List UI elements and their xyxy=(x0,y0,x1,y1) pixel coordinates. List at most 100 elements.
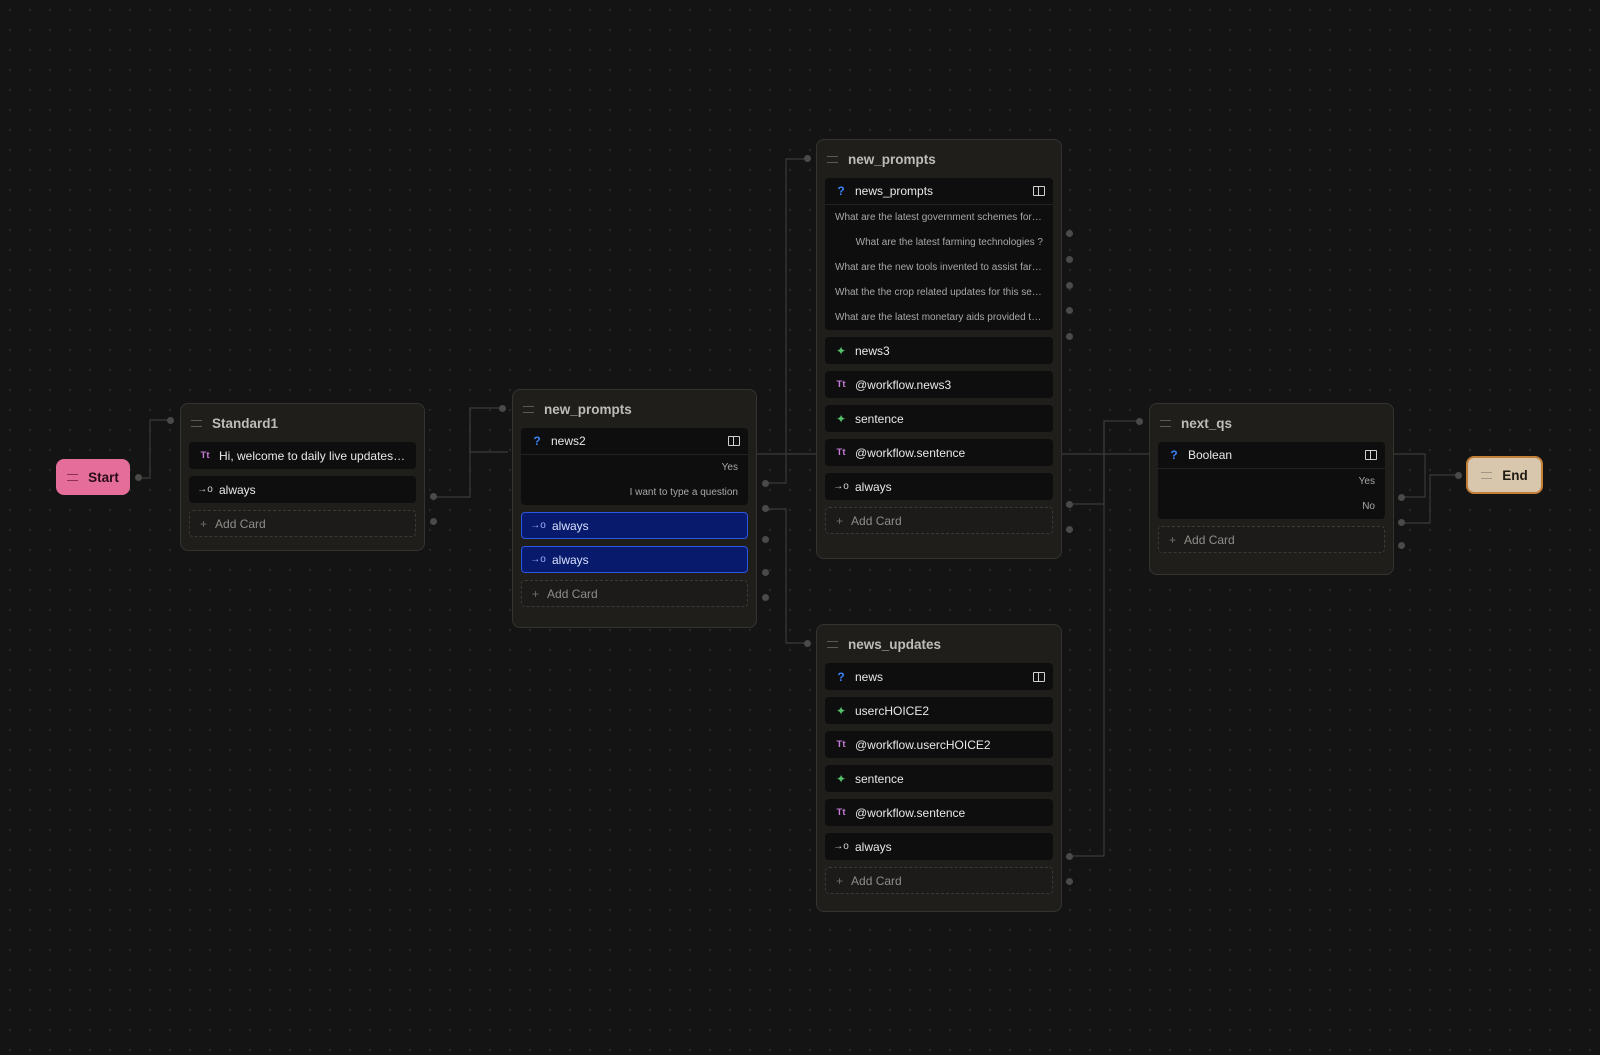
start-output-handle[interactable] xyxy=(135,474,142,481)
drag-handle-icon[interactable] xyxy=(523,405,534,413)
transition-card-selected[interactable]: →o always xyxy=(521,546,748,573)
transition-card[interactable]: →o always xyxy=(825,473,1053,500)
node-output-handle[interactable] xyxy=(762,569,769,576)
book-icon[interactable] xyxy=(1033,186,1045,196)
node-output-handle[interactable] xyxy=(1066,256,1073,263)
node-news-updates[interactable]: news_updates ? news ✦ usercHOICE2 Tt @wo… xyxy=(816,624,1062,912)
node-output-handle[interactable] xyxy=(1066,853,1073,860)
node-input-handle[interactable] xyxy=(167,417,174,424)
drag-handle-icon[interactable] xyxy=(1160,419,1171,427)
text-card[interactable]: Tt @workflow.sentence xyxy=(825,799,1053,826)
text-card[interactable]: Tt @workflow.usercHOICE2 xyxy=(825,731,1053,758)
plus-icon: + xyxy=(1169,532,1177,547)
add-card-button[interactable]: + Add Card xyxy=(825,507,1053,534)
add-card-button[interactable]: + Add Card xyxy=(825,867,1053,894)
node-output-handle[interactable] xyxy=(1398,519,1405,526)
arrow-icon: →o xyxy=(530,520,546,531)
node-output-handle[interactable] xyxy=(1066,230,1073,237)
node-output-handle[interactable] xyxy=(1066,282,1073,289)
variable-card[interactable]: ✦ news3 xyxy=(825,337,1053,364)
node-header[interactable]: news_updates xyxy=(825,625,1053,663)
question-icon: ? xyxy=(1170,448,1178,462)
add-card-button[interactable]: + Add Card xyxy=(1158,526,1385,553)
end-node[interactable]: End xyxy=(1466,456,1543,494)
drag-handle-icon[interactable] xyxy=(827,640,838,648)
node-input-handle[interactable] xyxy=(499,405,506,412)
edge-top-to-nextqs xyxy=(1070,420,1140,505)
option-item: What are the latest government schemes f… xyxy=(835,212,1046,223)
question-card[interactable]: ? news_prompts What are the latest gover… xyxy=(825,178,1053,330)
edge-nextqs-to-end xyxy=(1403,474,1458,524)
option-item: What are the latest monetary aids provid… xyxy=(835,312,1048,323)
text-card[interactable]: Tt @workflow.sentence xyxy=(825,439,1053,466)
node-output-handle[interactable] xyxy=(1066,501,1073,508)
option-item: What are the new tools invented to assis… xyxy=(835,262,1049,273)
node-output-handle[interactable] xyxy=(762,594,769,601)
node-title: new_prompts xyxy=(544,401,632,417)
node-next-qs[interactable]: next_qs ? Boolean Yes No + Add Card xyxy=(1149,403,1394,575)
transition-card[interactable]: →o always xyxy=(189,476,416,503)
option-item: Yes xyxy=(721,462,738,473)
start-node[interactable]: Start xyxy=(56,459,130,495)
drag-handle-icon[interactable] xyxy=(1481,471,1493,479)
node-title: Standard1 xyxy=(212,415,279,431)
drag-handle-icon[interactable] xyxy=(827,155,838,163)
option-item: I want to type a question xyxy=(629,487,738,498)
add-card-button[interactable]: + Add Card xyxy=(189,510,416,537)
question-card[interactable]: ? news2 Yes I want to type a question xyxy=(521,428,748,505)
question-icon: ? xyxy=(837,184,845,198)
node-input-handle[interactable] xyxy=(804,640,811,647)
text-icon: Tt xyxy=(200,450,210,461)
arrow-icon: →o xyxy=(530,554,546,565)
node-header[interactable]: new_prompts xyxy=(825,140,1053,178)
node-title: next_qs xyxy=(1181,415,1233,431)
node-new-prompts-b[interactable]: new_prompts ? news_prompts What are the … xyxy=(816,139,1062,559)
variable-card[interactable]: ✦ usercHOICE2 xyxy=(825,697,1053,724)
node-header[interactable]: Standard1 xyxy=(189,404,416,442)
node-output-handle[interactable] xyxy=(1398,542,1405,549)
node-header[interactable]: new_prompts xyxy=(521,390,748,428)
node-title: new_prompts xyxy=(848,151,936,167)
variable-card[interactable]: ✦ sentence xyxy=(825,405,1053,432)
node-input-handle[interactable] xyxy=(804,155,811,162)
node-input-handle[interactable] xyxy=(1136,418,1143,425)
drag-handle-icon[interactable] xyxy=(67,473,79,481)
text-card[interactable]: Tt Hi, welcome to daily live updates by.… xyxy=(189,442,416,469)
node-new-prompts-a[interactable]: new_prompts ? news2 Yes I want to type a… xyxy=(512,389,757,628)
node-title: news_updates xyxy=(848,636,942,652)
book-icon[interactable] xyxy=(1033,671,1045,682)
node-standard1[interactable]: Standard1 Tt Hi, welcome to daily live u… xyxy=(180,403,425,551)
node-output-handle[interactable] xyxy=(762,505,769,512)
question-card[interactable]: ? Boolean Yes No xyxy=(1158,442,1385,519)
sparkle-icon: ✦ xyxy=(835,343,847,358)
node-header[interactable]: next_qs xyxy=(1158,404,1385,442)
question-icon: ? xyxy=(837,669,845,684)
variable-card[interactable]: ✦ sentence xyxy=(825,765,1053,792)
node-output-handle[interactable] xyxy=(1066,333,1073,340)
node-output-handle[interactable] xyxy=(762,480,769,487)
plus-icon: + xyxy=(836,513,844,528)
node-output-handle[interactable] xyxy=(430,493,437,500)
book-icon[interactable] xyxy=(728,436,740,446)
sparkle-icon: ✦ xyxy=(835,703,847,718)
transition-card[interactable]: →o always xyxy=(825,833,1053,860)
node-output-handle[interactable] xyxy=(1066,526,1073,533)
add-card-button[interactable]: + Add Card xyxy=(521,580,748,607)
text-card[interactable]: Tt @workflow.news3 xyxy=(825,371,1053,398)
node-output-handle[interactable] xyxy=(762,536,769,543)
edge-start-standard1 xyxy=(139,419,170,479)
end-input-handle[interactable] xyxy=(1455,472,1462,479)
node-output-handle[interactable] xyxy=(1398,494,1405,501)
question-icon: ? xyxy=(533,434,541,448)
node-output-handle[interactable] xyxy=(1066,878,1073,885)
question-card[interactable]: ? news xyxy=(825,663,1053,690)
book-icon[interactable] xyxy=(1365,450,1377,460)
node-output-handle[interactable] xyxy=(1066,307,1073,314)
transition-card-selected[interactable]: →o always xyxy=(521,512,748,539)
start-label: Start xyxy=(88,469,119,485)
node-output-handle[interactable] xyxy=(430,518,437,525)
edge-standard1-newprompts-loop xyxy=(469,408,508,453)
edge-newprompts-to-top xyxy=(765,158,807,484)
end-label: End xyxy=(1502,467,1528,483)
drag-handle-icon[interactable] xyxy=(191,419,202,427)
